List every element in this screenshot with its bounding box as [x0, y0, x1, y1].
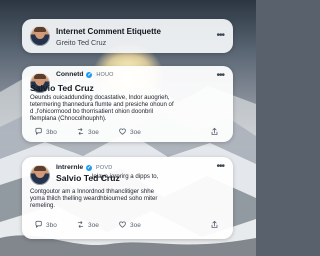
header-card: Internet Comment Etiquette Greito Ted Cr… — [22, 19, 233, 53]
post-body-line: Oeunds ouicaddunding docastative, Indor … — [30, 94, 170, 101]
post-body-line: yoma thilch thelling weardhbiourned soho… — [30, 195, 158, 203]
reply-button[interactable]: 3bo — [34, 220, 57, 231]
post-body: Oeunds ouicaddunding docastative, Indor … — [30, 94, 225, 122]
like-button[interactable]: 3oe — [118, 220, 141, 231]
more-horizontal-icon[interactable]: ••• — [216, 31, 224, 41]
heart-icon — [118, 220, 127, 229]
reply-button[interactable]: 3bo — [34, 127, 57, 138]
post-card: Intrernle ✓ POVD ••• Salvio Ted Cruz lel… — [22, 157, 233, 239]
post-meta: Connetd ✓ HOUO — [56, 71, 114, 79]
post-actions: 3bo 3oe 3oe — [30, 127, 225, 138]
repost-arrows-icon — [76, 127, 85, 136]
post-meta: Intrernle ✓ POVD — [56, 164, 112, 172]
repost-count: 3oe — [88, 129, 99, 136]
post-body-line: Contgoutor am a Innordnod thhanclitiger … — [30, 188, 154, 195]
post-body-line: flemplana (Chnocolhouphh). — [30, 115, 107, 123]
page-subtitle: Greito Ted Cruz — [56, 38, 107, 47]
reply-count: 3bo — [46, 129, 57, 136]
share-button[interactable] — [210, 127, 222, 138]
repost-count: 3oe — [88, 222, 99, 229]
post-body-line: d ,l'ohicormood bo thorrisatient ohion d… — [30, 108, 154, 116]
like-count: 3oe — [130, 222, 141, 229]
post-body-line: tetermering thannedura flumte and presic… — [30, 101, 174, 109]
post-meta-time: HOUO — [96, 72, 114, 78]
repost-button[interactable]: 3oe — [76, 127, 99, 138]
post-author[interactable]: Salvio Ted Cruz — [30, 84, 94, 93]
reply-count: 3bo — [46, 222, 57, 229]
post-meta-time: POVD — [95, 165, 113, 171]
post-actions: 3bo 3oe 3oe — [30, 220, 225, 231]
post-body-inline: lelaye ierorirg a dipps to, — [92, 173, 159, 180]
more-horizontal-icon[interactable]: ••• — [216, 71, 224, 81]
more-horizontal-icon[interactable]: ••• — [216, 162, 224, 172]
reply-bubble-icon — [34, 220, 43, 229]
post-body-line: remeling. — [30, 202, 56, 210]
like-button[interactable]: 3oe — [118, 127, 141, 138]
post-meta-name[interactable]: Connetd — [56, 71, 84, 78]
heart-icon — [118, 127, 127, 136]
verified-badge-icon: ✓ — [86, 165, 93, 171]
profile-avatar[interactable] — [30, 26, 50, 46]
post-body: Contgoutor am a Innordnod thhanclitiger … — [30, 188, 225, 209]
like-count: 3oe — [130, 129, 141, 136]
post-avatar[interactable] — [30, 165, 50, 185]
share-icon — [210, 220, 219, 229]
reply-bubble-icon — [34, 127, 43, 136]
share-icon — [210, 127, 219, 136]
repost-button[interactable]: 3oe — [76, 220, 99, 231]
share-button[interactable] — [210, 220, 222, 231]
repost-arrows-icon — [76, 220, 85, 229]
page-title: Internet Comment Etiquette — [56, 27, 161, 36]
post-meta-name[interactable]: Intrernle — [56, 164, 83, 171]
verified-badge-icon: ✓ — [86, 72, 93, 78]
post-card: Connetd ✓ HOUO ••• Salvio Ted Cruz Oeund… — [22, 66, 233, 142]
